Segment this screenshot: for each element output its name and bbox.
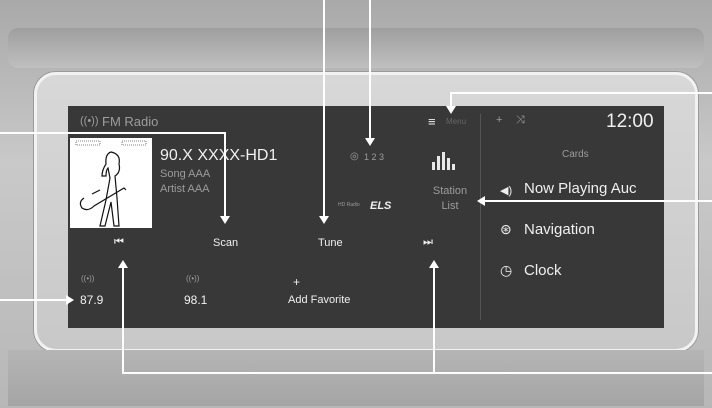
panel-divider bbox=[480, 114, 481, 320]
callout-favorite-arrow bbox=[66, 295, 74, 305]
hd-channels[interactable]: 1 2 3 bbox=[364, 152, 384, 162]
station-list-button[interactable]: Station List bbox=[428, 184, 472, 214]
card-now-playing[interactable]: Now Playing Auc bbox=[524, 180, 664, 197]
cards-title: Cards bbox=[562, 149, 589, 160]
menu-icon[interactable]: ≡ bbox=[428, 114, 436, 129]
song-title: Song AAA bbox=[160, 168, 211, 180]
speaker-icon: ◀) bbox=[500, 185, 513, 197]
skip-next-icon[interactable]: ⏭ bbox=[423, 236, 433, 249]
callout-menu-hline bbox=[450, 92, 712, 94]
dashboard-top-trim bbox=[8, 28, 704, 68]
hd-radio-icon: ◎ bbox=[350, 151, 359, 162]
add-favorite-button[interactable]: Add Favorite bbox=[288, 294, 350, 306]
hd-radio-logo: HD Radio bbox=[338, 202, 360, 208]
callout-scan-arrow bbox=[220, 216, 230, 224]
clock-icon: ◷ bbox=[500, 262, 513, 278]
callout-station-list-line bbox=[484, 200, 712, 202]
favorite-1-icon: ((•)) bbox=[81, 274, 95, 283]
tune-button[interactable]: Tune bbox=[318, 237, 343, 249]
els-logo: ELS bbox=[370, 200, 392, 212]
navigation-icon: ⊛ bbox=[500, 221, 512, 237]
callout-prev-vline bbox=[122, 268, 124, 374]
radio-signal-icon: ((•)) bbox=[80, 115, 99, 127]
callout-prev-arrow bbox=[118, 260, 128, 268]
station-name: 90.X XXXX-HD1 bbox=[160, 147, 278, 164]
dashboard-bottom-trim bbox=[8, 350, 704, 406]
favorite-2-icon: ((•)) bbox=[186, 274, 200, 283]
callout-tune-arrow bbox=[319, 216, 329, 224]
status-shuffle-icon: ⤨ bbox=[516, 114, 525, 126]
favorite-1[interactable]: 87.9 bbox=[80, 293, 103, 307]
album-art bbox=[70, 138, 152, 228]
callout-favorite-line bbox=[0, 299, 66, 301]
callout-hd-arrow bbox=[365, 138, 375, 146]
callout-next-vline bbox=[433, 268, 435, 374]
callout-hd-line bbox=[369, 0, 371, 138]
callout-scan-hline bbox=[0, 132, 226, 134]
callout-tune-line bbox=[323, 0, 325, 216]
artist-name: Artist AAA bbox=[160, 183, 210, 195]
source-title: FM Radio bbox=[102, 114, 159, 129]
card-navigation[interactable]: Navigation bbox=[524, 221, 595, 238]
clock-time: 12:00 bbox=[606, 111, 654, 132]
callout-next-arrow bbox=[429, 260, 439, 268]
scan-button[interactable]: Scan bbox=[213, 237, 238, 249]
callout-skip-hline bbox=[122, 372, 712, 374]
menu-label[interactable]: Menu bbox=[446, 117, 466, 126]
callout-station-list-arrow bbox=[477, 196, 485, 206]
skip-previous-icon[interactable]: ⏮ bbox=[114, 236, 124, 249]
callout-menu-arrow bbox=[446, 106, 456, 114]
status-plus-icon: + bbox=[496, 114, 503, 126]
favorite-2[interactable]: 98.1 bbox=[184, 293, 207, 307]
callout-scan-vline bbox=[224, 132, 226, 216]
station-list-icon[interactable] bbox=[432, 152, 455, 170]
plus-icon[interactable]: + bbox=[293, 275, 300, 289]
card-clock[interactable]: Clock bbox=[524, 262, 562, 279]
